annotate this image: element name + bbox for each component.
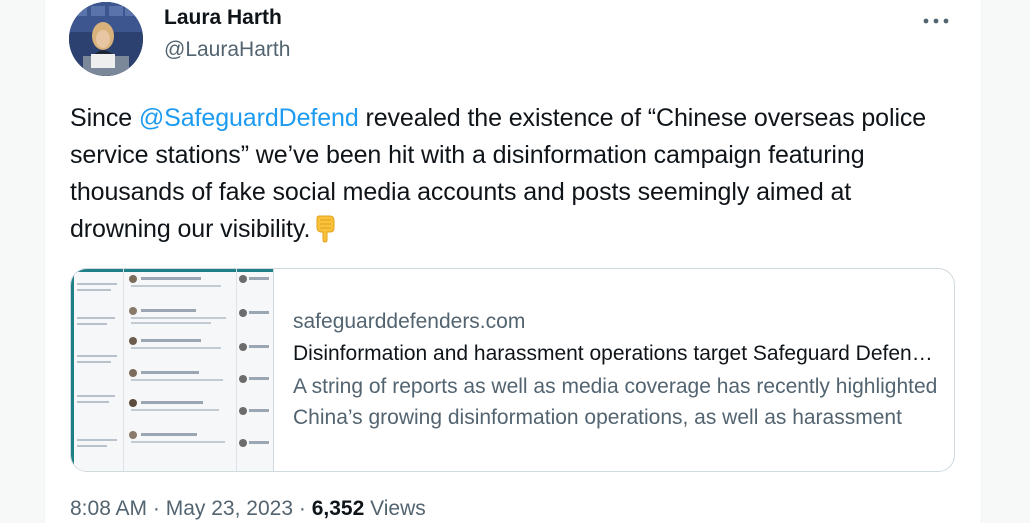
card-title: Disinformation and harassment operations… xyxy=(293,342,938,365)
meta-separator: · xyxy=(298,497,306,520)
tweet-metadata: 8:08 AM · May 23, 2023 · 6,352 Views xyxy=(70,497,426,521)
more-options-button[interactable] xyxy=(917,6,955,36)
views-count[interactable]: 6,352 xyxy=(312,497,365,520)
card-thumbnail-image xyxy=(71,269,273,471)
tweet-date[interactable]: May 23, 2023 xyxy=(166,497,293,520)
card-domain: safeguarddefenders.com xyxy=(293,310,526,333)
tweet-text-start: Since xyxy=(70,104,139,132)
avatar[interactable] xyxy=(69,2,143,76)
meta-separator: · xyxy=(152,497,160,520)
tweet: Laura Harth @LauraHarth Since @Safeguard… xyxy=(44,0,982,523)
mention-link[interactable]: @SafeguardDefend xyxy=(139,104,359,132)
link-card[interactable]: safeguarddefenders.com Disinformation an… xyxy=(70,268,955,472)
tweet-text: Since @SafeguardDefend revealed the exis… xyxy=(70,100,950,248)
pointing-down-emoji-icon xyxy=(310,213,340,243)
avatar-image xyxy=(69,2,143,76)
card-info: safeguarddefenders.com Disinformation an… xyxy=(293,307,943,433)
tweet-time[interactable]: 8:08 AM xyxy=(70,497,147,520)
card-thumbnail xyxy=(71,269,274,471)
views-label: Views xyxy=(370,497,426,520)
author-name[interactable]: Laura Harth xyxy=(164,6,282,30)
author-handle[interactable]: @LauraHarth xyxy=(164,38,290,62)
more-icon xyxy=(923,18,949,24)
card-description: A string of reports as well as media cov… xyxy=(293,375,938,429)
